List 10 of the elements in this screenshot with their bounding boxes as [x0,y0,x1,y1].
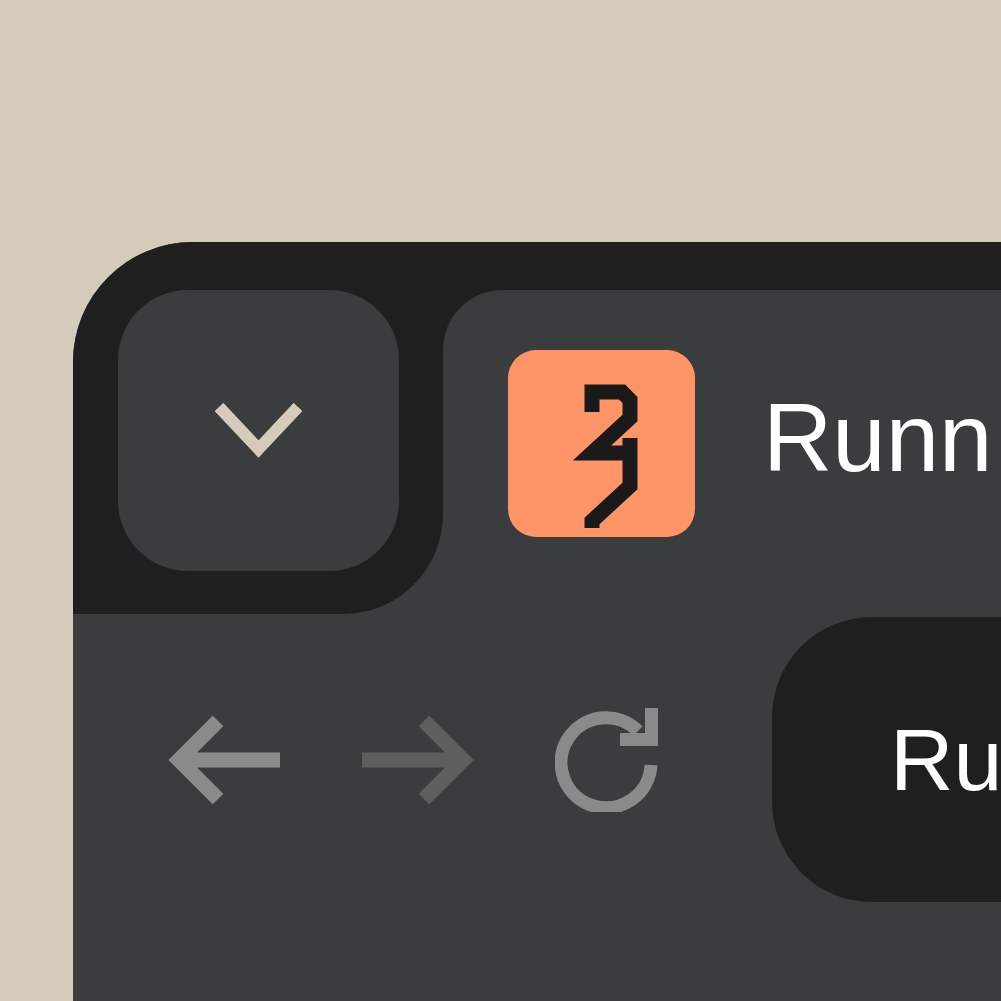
address-field[interactable]: Ru [772,617,1001,902]
back-arrow-icon [168,715,280,804]
site-logo-icon [508,350,695,537]
back-button[interactable] [168,715,280,804]
chevron-down-icon [215,402,302,459]
tab-title: Runn [763,390,993,486]
browser-tab[interactable]: Runn [443,290,1001,614]
forward-arrow-icon [362,715,474,804]
reload-icon [555,707,659,812]
reload-button[interactable] [555,708,659,811]
